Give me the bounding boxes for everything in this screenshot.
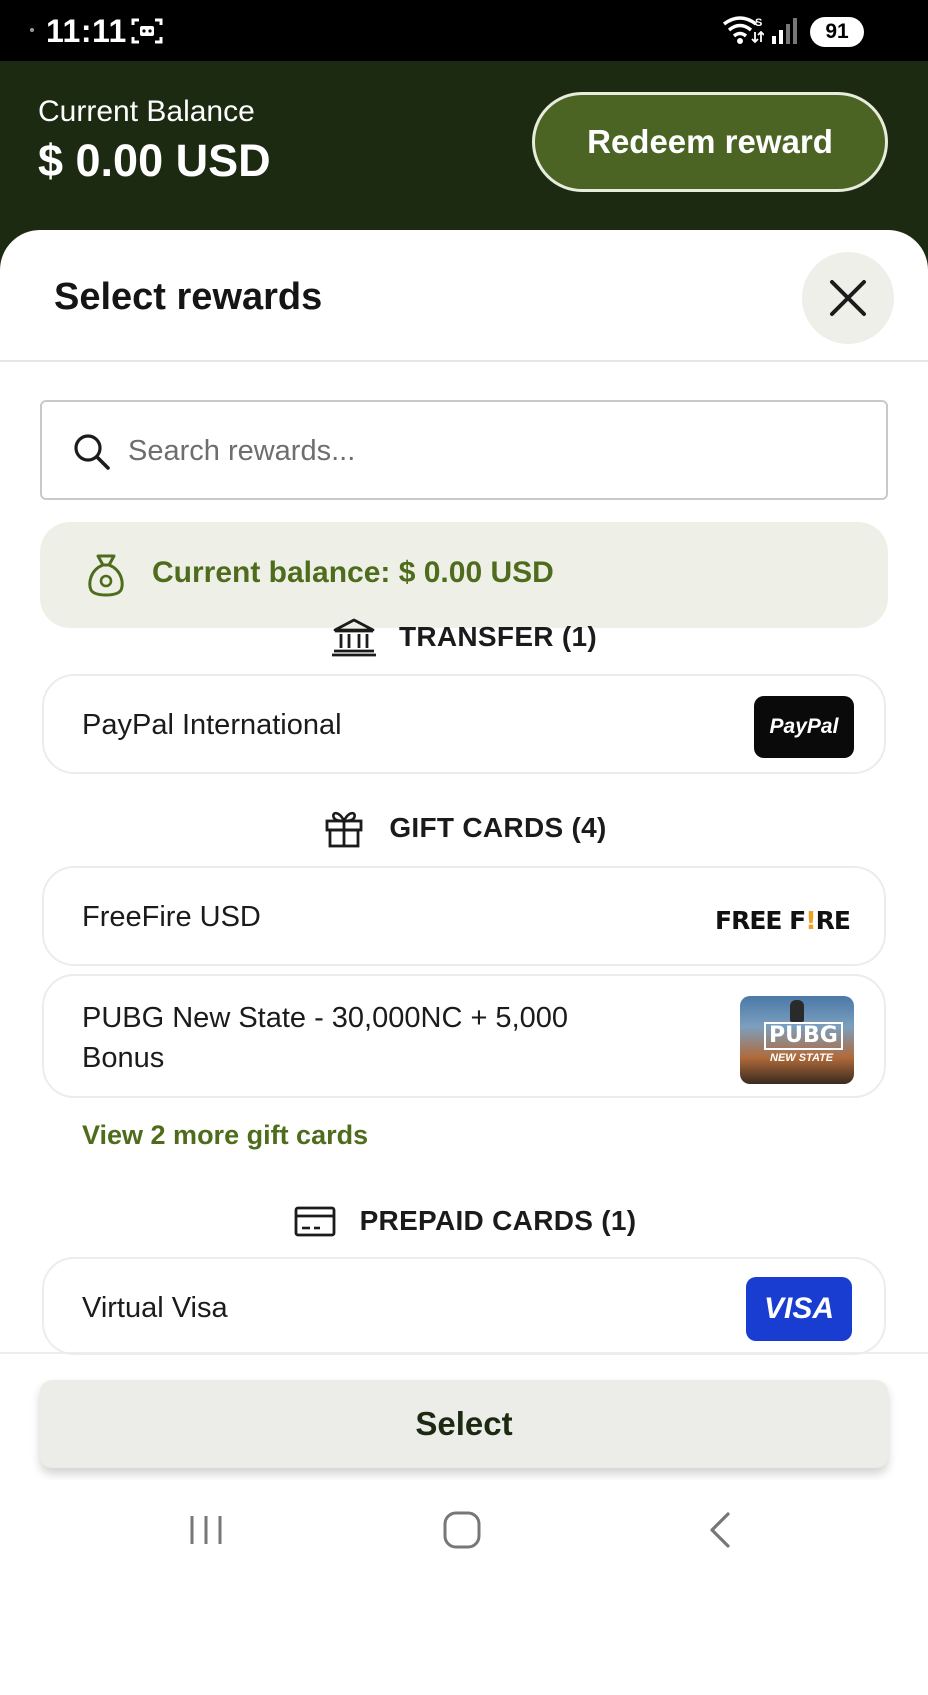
reward-item-name: PUBG New State - 30,000NC + 5,000 Bonus <box>82 1002 569 1074</box>
current-balance-label: Current Balance <box>38 95 255 128</box>
system-nav-bar <box>0 1480 928 1695</box>
close-icon <box>830 280 866 316</box>
select-button[interactable]: Select <box>40 1380 888 1468</box>
select-rewards-sheet: Select rewards Current balance: $ 0.00 U… <box>0 230 928 1695</box>
notification-dot <box>30 28 34 32</box>
reward-item-name: Virtual Visa <box>82 1292 228 1324</box>
signal-icon <box>772 18 797 44</box>
visa-logo: VISA <box>746 1277 852 1341</box>
section-prepaid-cards-label: PREPAID CARDS (1) <box>359 1205 637 1236</box>
view-more-gift-cards-link[interactable]: View 2 more gift cards <box>82 1120 368 1151</box>
bank-icon <box>331 618 376 657</box>
search-input[interactable] <box>128 422 848 480</box>
gift-icon <box>325 811 363 848</box>
freefire-logo-part: FREE F <box>715 906 806 935</box>
reward-item-virtual-visa[interactable]: Virtual Visa VISA <box>42 1257 886 1355</box>
card-icon <box>294 1206 335 1237</box>
reward-item-name: PayPal International <box>82 709 342 741</box>
close-button[interactable] <box>802 252 894 344</box>
svg-text:S: S <box>755 17 762 29</box>
search-field[interactable] <box>40 400 888 500</box>
sheet-title: Select rewards <box>54 276 323 318</box>
section-gift-cards-header: GIFT CARDS (4) <box>0 803 928 853</box>
footer-divider <box>0 1352 928 1354</box>
money-bag-icon <box>88 554 124 597</box>
paypal-logo: PayPal <box>754 696 854 758</box>
reward-item-name: FreeFire USD <box>82 901 261 933</box>
section-transfer-header: TRANSFER (1) <box>0 612 928 662</box>
battery-icon: 91 <box>810 17 864 47</box>
reward-item-paypal[interactable]: PayPal International PayPal <box>42 674 886 774</box>
freefire-logo: FREE F!RE <box>715 906 851 935</box>
current-balance-value: $ 0.00 USD <box>38 135 271 186</box>
pubg-logo-subtext: NEW STATE <box>770 1052 834 1064</box>
status-time: 11:11 <box>46 13 127 49</box>
recents-icon[interactable] <box>184 1510 228 1550</box>
balance-banner-text: Current balance: $ 0.00 USD <box>152 556 554 589</box>
section-prepaid-cards-header: PREPAID CARDS (1) <box>0 1196 928 1246</box>
search-icon <box>74 434 110 470</box>
home-icon[interactable] <box>440 1508 484 1552</box>
freefire-logo-part: ! <box>805 906 816 935</box>
reward-item-freefire[interactable]: FreeFire USD FREE F!RE <box>42 866 886 966</box>
pubg-logo-text: PUBG <box>764 1022 843 1050</box>
header-divider <box>0 360 928 362</box>
pubg-figure <box>790 1000 804 1022</box>
freefire-logo-part: RE <box>815 906 851 935</box>
status-bar: 11:11 S 91 <box>0 0 928 61</box>
section-gift-cards-label: GIFT CARDS (4) <box>389 812 607 843</box>
redeem-reward-button[interactable]: Redeem reward <box>532 92 888 192</box>
screenshot-icon <box>131 18 163 44</box>
pubg-logo: PUBG NEW STATE <box>740 996 854 1084</box>
back-icon[interactable] <box>706 1510 736 1550</box>
reward-item-pubg[interactable]: PUBG New State - 30,000NC + 5,000 Bonus … <box>42 974 886 1098</box>
wifi-icon: S <box>722 16 764 44</box>
section-transfer-label: TRANSFER (1) <box>398 621 598 652</box>
